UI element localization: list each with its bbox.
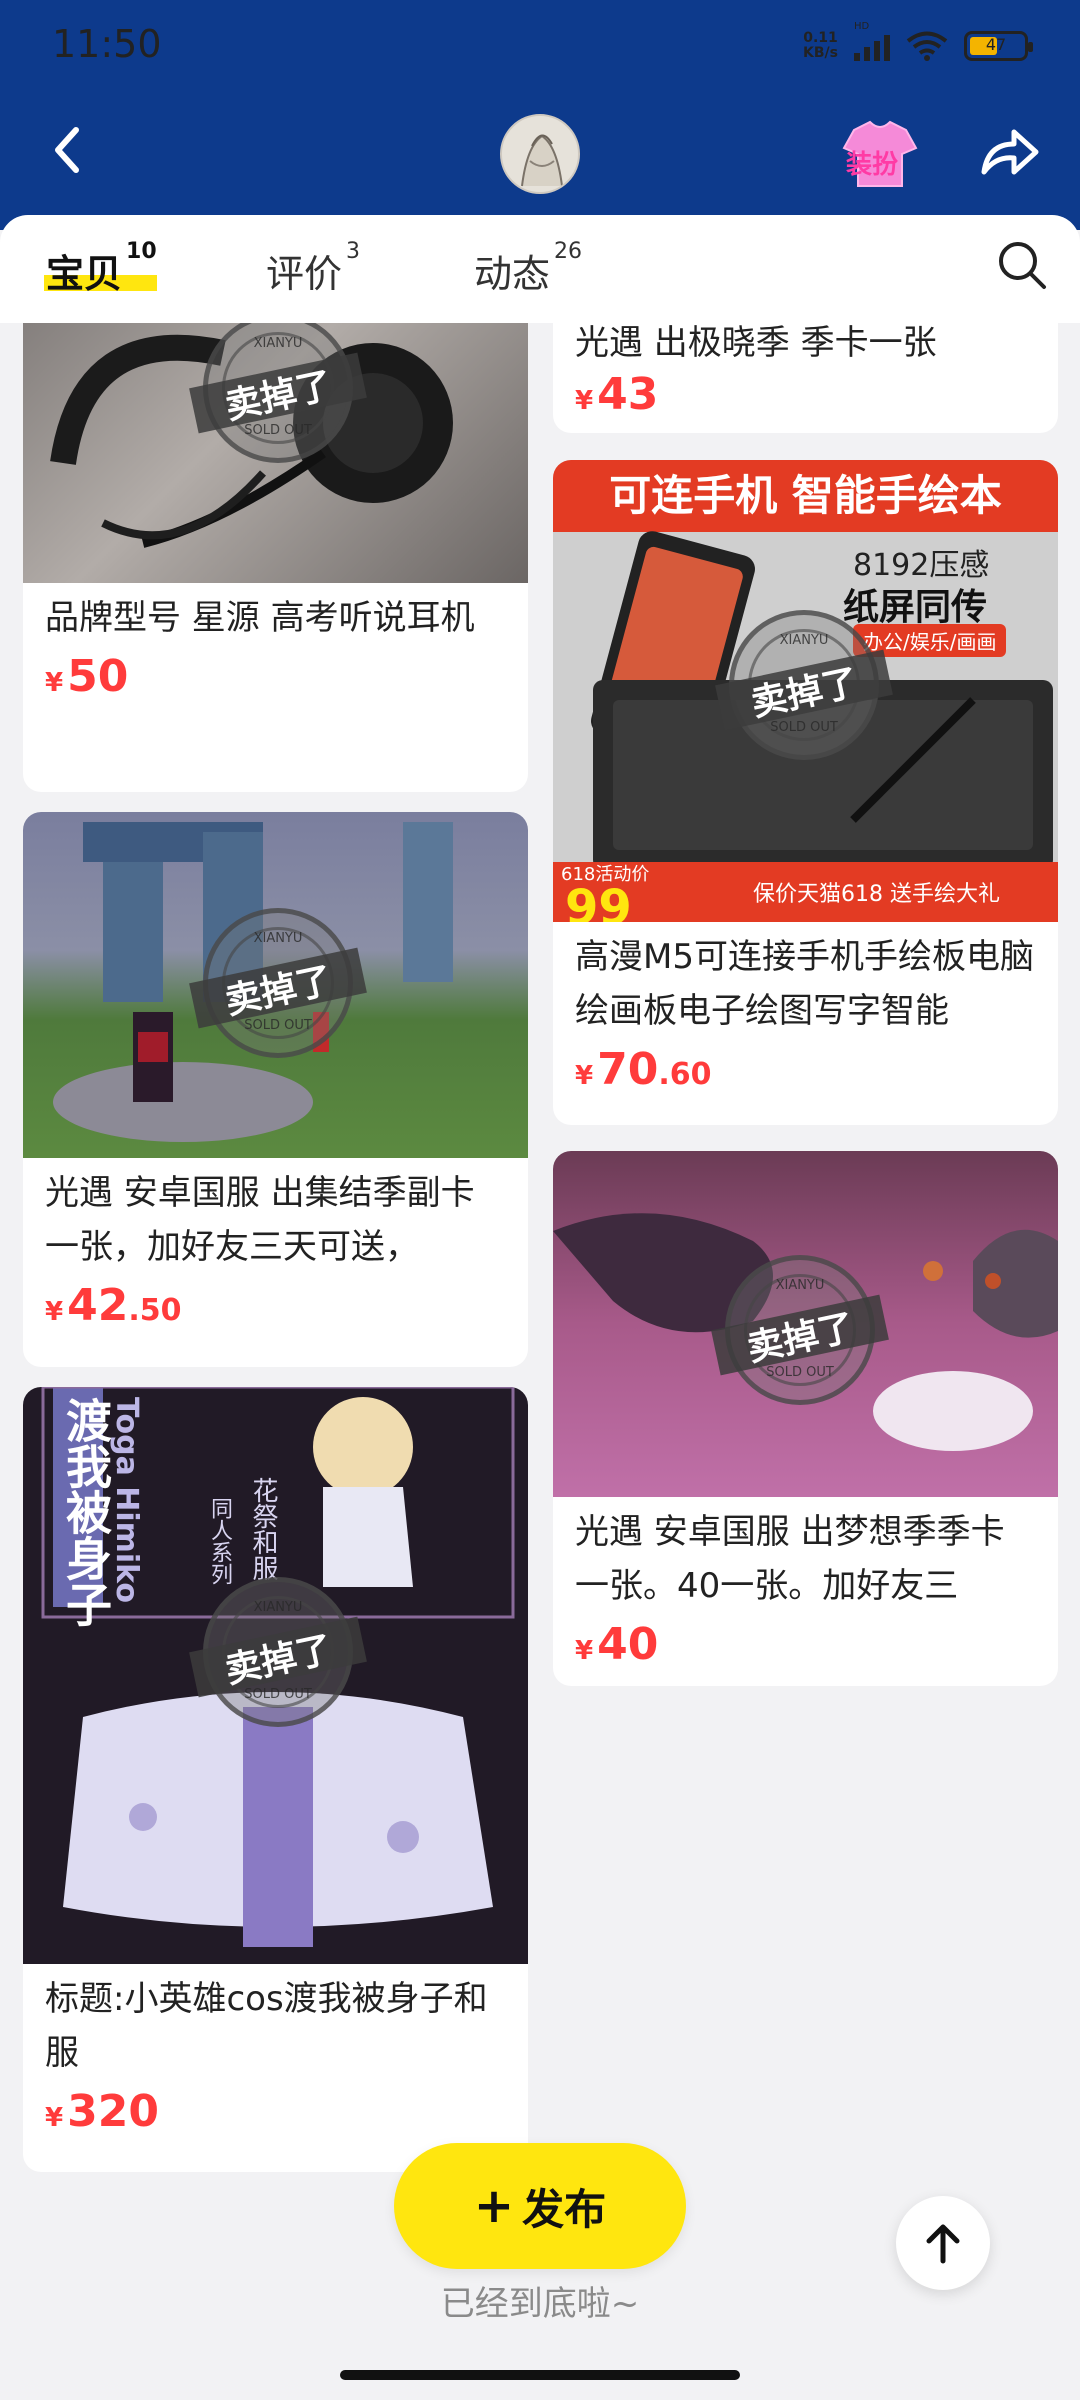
status-bar: 11:50 0.11 KB/s HD 47 <box>0 0 1080 90</box>
tab-label: 宝贝 <box>46 252 123 296</box>
product-title: 光遇 出极晓季 季卡一张 <box>575 323 937 363</box>
product-price: ¥70.60 <box>575 1044 712 1095</box>
battery-level: 47 <box>985 35 1007 54</box>
product-image: 渡我被身子 Toga Himiko 花祭和服 同人系列 XIANYU 卖掉了 S… <box>23 1387 528 1964</box>
product-card[interactable]: XIANYU 卖掉了 SOLD OUT 品牌型号 星源 高考听说耳机 ¥50 <box>23 323 528 792</box>
product-image: 可连手机 智能手绘本 8192压感 纸屏同传 办公/娱乐/画画 618活动价 9… <box>553 460 1058 922</box>
product-title: 光遇 安卓国服 出集结季副卡一张，加好友三天可送， <box>45 1173 475 1267</box>
sold-out-stamp: XIANYU 卖掉了 SOLD OUT <box>189 1577 367 1727</box>
product-title: 标题:小英雄cos渡我被身子和服 <box>45 1979 488 2073</box>
share-icon[interactable] <box>978 122 1040 182</box>
status-icons: 0.11 KB/s HD 47 <box>803 21 1033 66</box>
tab-bar: 宝贝10 评价3 动态26 <box>0 215 1080 323</box>
product-card[interactable]: 光遇 出极晓季 季卡一张 ¥43 <box>553 323 1058 433</box>
home-indicator[interactable] <box>340 2370 740 2380</box>
publish-label: 发布 <box>522 2184 607 2234</box>
product-image: XIANYU 卖掉了 SOLD OUT <box>23 812 528 1158</box>
status-time: 11:50 <box>52 22 162 66</box>
navigation-bar: 装扮 <box>0 100 1080 210</box>
product-card[interactable]: XIANYU 卖掉了 SOLD OUT 光遇 安卓国服 出梦想季季卡一张。40一… <box>553 1151 1058 1686</box>
image-text: 花祭和服 <box>248 1477 278 1581</box>
dressup-label[interactable]: 装扮 <box>846 144 898 181</box>
battery-icon: 47 <box>964 31 1033 61</box>
back-arrow-icon[interactable] <box>40 120 100 180</box>
product-card[interactable]: 可连手机 智能手绘本 8192压感 纸屏同传 办公/娱乐/画画 618活动价 9… <box>553 460 1058 1125</box>
product-image: XIANYU 卖掉了 SOLD OUT <box>553 1151 1058 1497</box>
product-price: ¥43 <box>575 369 659 420</box>
avatar[interactable] <box>500 114 580 194</box>
arrow-up-icon <box>926 2224 960 2264</box>
image-text: Toga Himiko <box>109 1397 144 1603</box>
sold-out-stamp: XIANYU 卖掉了 SOLD OUT <box>715 610 893 760</box>
search-icon[interactable] <box>996 239 1048 291</box>
wifi-icon <box>906 31 948 61</box>
product-title: 光遇 安卓国服 出梦想季季卡一张。40一张。加好友三 <box>575 1512 1005 1606</box>
product-card[interactable]: 渡我被身子 Toga Himiko 花祭和服 同人系列 XIANYU 卖掉了 S… <box>23 1387 528 2172</box>
product-title: 高漫M5可连接手机手绘板电脑绘画板电子绘图写字智能 <box>575 937 1034 1031</box>
product-image: XIANYU 卖掉了 SOLD OUT <box>23 323 528 583</box>
product-title: 品牌型号 星源 高考听说耳机 <box>45 598 475 638</box>
sold-out-stamp: XIANYU 卖掉了 SOLD OUT <box>189 908 367 1058</box>
hd-label: HD <box>854 21 870 32</box>
publish-button[interactable]: + 发布 <box>394 2143 686 2269</box>
signal-icon: HD <box>854 21 890 61</box>
tab-label: 动态 <box>474 252 551 296</box>
header-background: 11:50 0.11 KB/s HD 47 装扮 <box>0 0 1080 230</box>
tab-count: 3 <box>346 239 361 264</box>
tab-label: 评价 <box>266 252 343 296</box>
product-card[interactable]: XIANYU 卖掉了 SOLD OUT 光遇 安卓国服 出集结季副卡一张，加好友… <box>23 812 528 1367</box>
product-price: ¥40 <box>575 1619 659 1670</box>
product-price: ¥320 <box>45 2086 159 2137</box>
image-text: 99 <box>565 880 632 922</box>
image-text: 保价天猫618 送手绘大礼 <box>753 882 1000 907</box>
image-text: 同人系列 <box>207 1497 232 1585</box>
product-feed: XIANYU 卖掉了 SOLD OUT 品牌型号 星源 高考听说耳机 ¥50 光… <box>0 323 1080 2323</box>
end-of-list-text: 已经到底啦~ <box>440 2284 640 2324</box>
tab-reviews[interactable]: 评价3 <box>266 239 360 298</box>
tab-items[interactable]: 宝贝10 <box>44 239 157 298</box>
tab-count: 26 <box>554 239 583 264</box>
product-price: ¥42.50 <box>45 1280 182 1331</box>
tab-moments[interactable]: 动态26 <box>474 239 582 298</box>
network-speed: 0.11 KB/s <box>803 30 838 61</box>
sold-out-stamp: XIANYU 卖掉了 SOLD OUT <box>711 1255 889 1405</box>
plus-icon: + <box>473 2178 515 2234</box>
product-price: ¥50 <box>45 651 129 702</box>
tab-count: 10 <box>126 239 157 264</box>
